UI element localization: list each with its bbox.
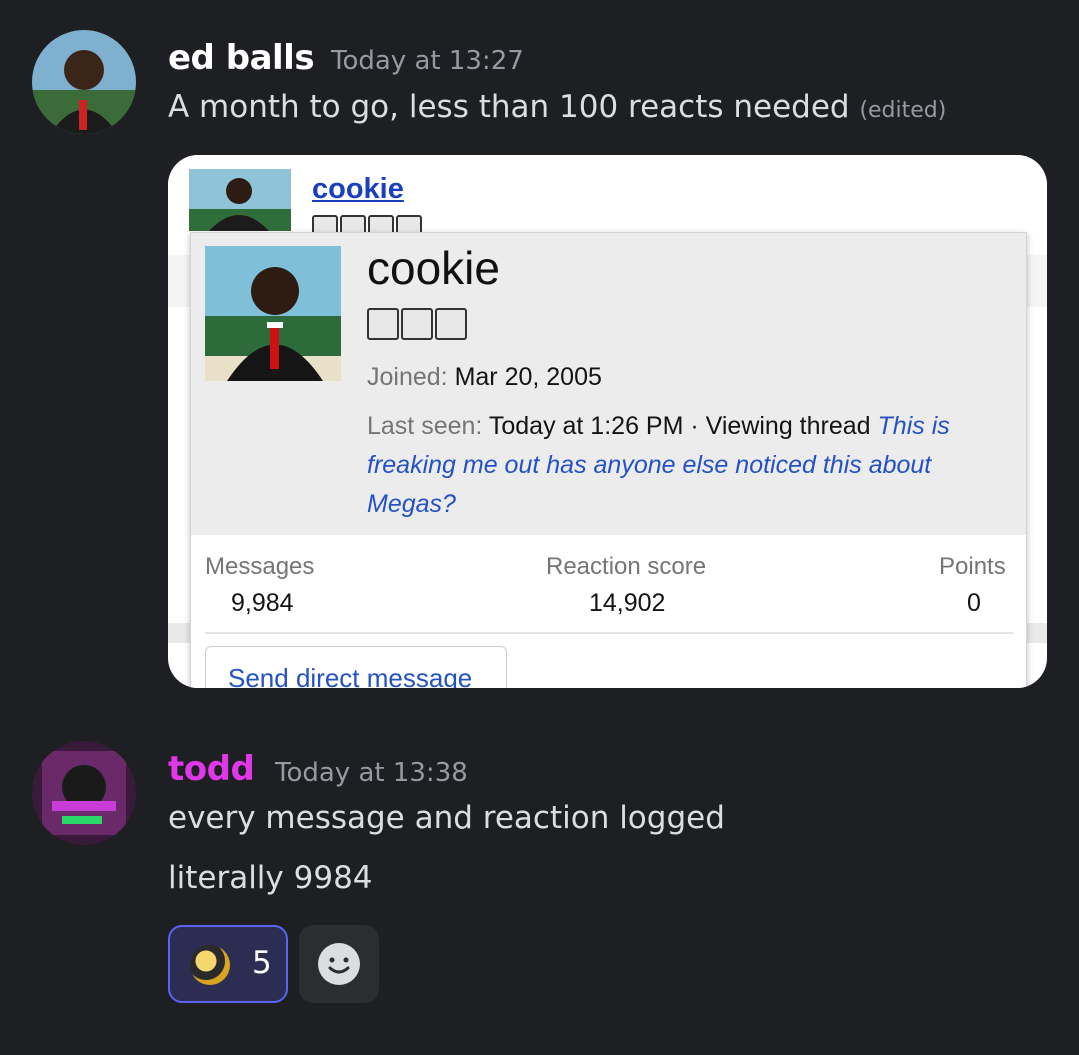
user-avatar[interactable] [32,741,136,845]
reaction-button[interactable]: 5 [168,925,288,1003]
user-avatar[interactable] [32,30,136,134]
timestamp: Today at 13:27 [331,46,524,76]
badge-icon [367,308,399,340]
send-direct-message-button[interactable]: Send direct message [205,646,507,688]
divider [205,632,1013,634]
message-line: A month to go, less than 100 reacts need… [168,89,850,125]
mini-avatar [189,169,291,231]
stat-label-points: Points [939,553,1006,580]
joined-value: Mar 20, 2005 [454,363,602,391]
message-line: every message and reaction logged [168,800,725,836]
stat-value-points: 0 [967,589,981,617]
message-line: literally 9984 [168,860,373,896]
reaction-count: 5 [252,945,272,981]
message-text: A month to go, less than 100 reacts need… [168,89,946,125]
card-avatar [205,246,341,381]
joined-info: Joined: Mar 20, 2005 [367,363,602,392]
badge-icon [435,308,467,340]
last-seen-info: Last seen: Today at 1:26 PM · Viewing th… [367,407,1007,524]
joined-label: Joined: [367,363,448,391]
card-badges [367,308,467,340]
mini-username-link[interactable]: cookie [312,173,404,206]
stat-label-messages: Messages [205,553,315,580]
timestamp: Today at 13:38 [275,758,468,788]
custom-emoji-icon [190,945,230,985]
image-attachment[interactable]: cookie cookie Joined: Mar 20, 2005 Last … [168,155,1047,688]
message-todd: todd Today at 13:38 every message and re… [0,720,1079,1050]
add-reaction-button[interactable] [299,925,379,1003]
stat-label-reaction-score: Reaction score [546,553,707,580]
message-ed-balls: ed balls Today at 13:27 A month to go, l… [0,0,1079,700]
stat-value-messages: 9,984 [231,589,294,617]
last-seen-value: Today at 1:26 PM · Viewing thread [488,412,871,440]
member-tooltip-card: cookie Joined: Mar 20, 2005 Last seen: T… [190,232,1027,688]
username[interactable]: ed balls [168,38,315,78]
stat-value-reaction-score: 14,902 [589,589,666,617]
smiley-icon [318,943,360,985]
badge-icon [401,308,433,340]
last-seen-label: Last seen: [367,412,483,440]
username[interactable]: todd [168,749,255,789]
card-username[interactable]: cookie [367,241,500,295]
edited-label: (edited) [859,98,947,123]
